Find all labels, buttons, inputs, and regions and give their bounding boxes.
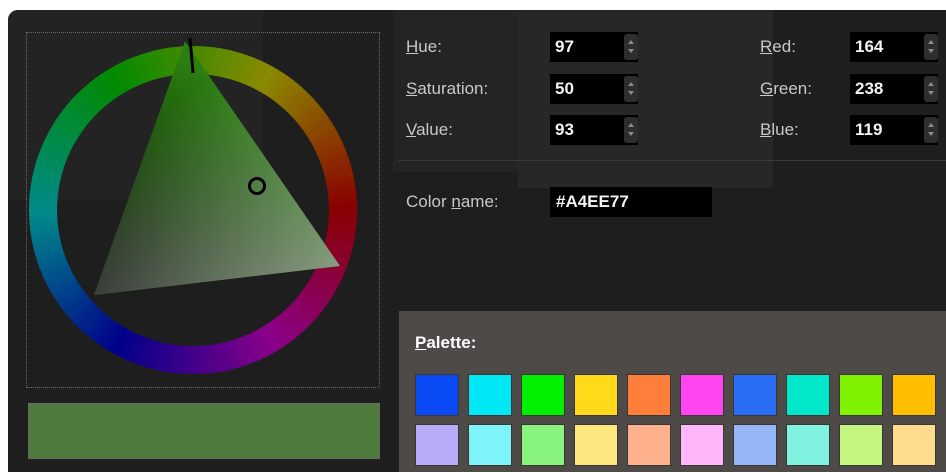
palette-swatch[interactable] (468, 424, 512, 466)
palette-swatch[interactable] (680, 374, 724, 416)
saturation-stepper-icon[interactable] (624, 76, 638, 102)
value-label: Value: (406, 120, 453, 139)
palette-swatch[interactable] (574, 374, 618, 416)
color-name-label: Color name: (406, 192, 499, 211)
palette-swatch[interactable] (733, 424, 777, 466)
color-wheel-area[interactable] (26, 32, 380, 388)
palette-swatch[interactable] (839, 424, 883, 466)
palette-swatch[interactable] (574, 424, 618, 466)
palette-swatch[interactable] (521, 374, 565, 416)
palette-swatch[interactable] (468, 374, 512, 416)
hue-label: Hue: (406, 37, 442, 56)
saturation-spinbox[interactable]: 50 (550, 74, 638, 104)
blue-spinbox[interactable]: 119 (850, 115, 938, 145)
blue-value[interactable]: 119 (855, 120, 882, 140)
palette-swatch[interactable] (521, 424, 565, 466)
palette-panel: Palette: (399, 311, 946, 472)
red-label: Red: (760, 37, 796, 56)
red-value[interactable]: 164 (855, 37, 883, 57)
palette-swatch[interactable] (839, 374, 883, 416)
green-value[interactable]: 238 (855, 79, 883, 99)
palette-swatch[interactable] (415, 424, 459, 466)
divider (398, 160, 946, 161)
blue-label: Blue: (760, 120, 799, 139)
green-label: Green: (760, 79, 812, 98)
hue-value[interactable]: 97 (555, 37, 574, 57)
red-stepper-icon[interactable] (924, 34, 938, 60)
palette-swatch[interactable] (892, 374, 936, 416)
color-picker-window: Hue: 97 Saturation: 50 Value: 93 Red: 16… (8, 10, 946, 472)
saturation-label: Saturation: (406, 79, 489, 98)
hue-stepper-icon[interactable] (624, 34, 638, 60)
palette-swatch[interactable] (892, 424, 936, 466)
value-spinbox[interactable]: 93 (550, 115, 638, 145)
palette-swatch[interactable] (786, 424, 830, 466)
palette-swatch[interactable] (786, 374, 830, 416)
green-stepper-icon[interactable] (924, 76, 938, 102)
value-stepper-icon[interactable] (624, 117, 638, 143)
palette-swatch[interactable] (733, 374, 777, 416)
palette-swatch[interactable] (627, 424, 671, 466)
palette-swatch[interactable] (627, 374, 671, 416)
blue-stepper-icon[interactable] (924, 117, 938, 143)
palette-swatch[interactable] (680, 424, 724, 466)
green-spinbox[interactable]: 238 (850, 74, 938, 104)
current-color-swatch (28, 403, 380, 459)
value-value[interactable]: 93 (555, 120, 574, 140)
palette-label: Palette: (415, 333, 477, 352)
red-spinbox[interactable]: 164 (850, 32, 938, 62)
palette-swatch[interactable] (415, 374, 459, 416)
color-wheel[interactable] (27, 33, 381, 389)
color-name-input[interactable]: #A4EE77 (550, 187, 712, 217)
saturation-value[interactable]: 50 (555, 79, 574, 99)
hue-spinbox[interactable]: 97 (550, 32, 638, 62)
